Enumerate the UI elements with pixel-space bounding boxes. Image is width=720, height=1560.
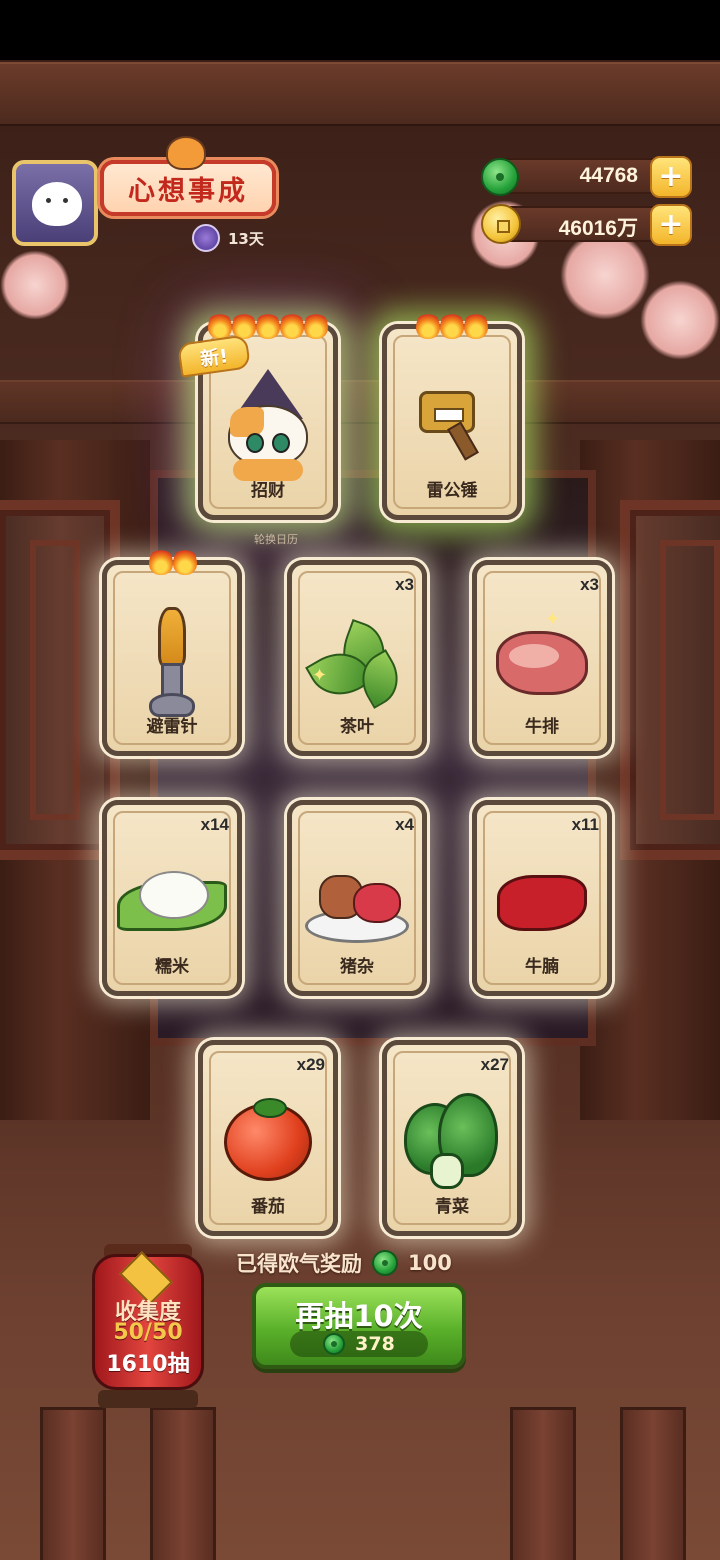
card-leigongchui[interactable]: 雷公锤: [382, 311, 522, 520]
tiger-icon: [166, 136, 206, 170]
title-banner-text: 心想事成: [128, 175, 248, 207]
card-bileizhen[interactable]: 避雷针: [102, 547, 242, 756]
days-label: 13天: [228, 229, 264, 248]
gacha-result-screen: 心想事成 13天 44768 + 46016万 + 新! 招财 雷公锤 轮换日历…: [0, 0, 720, 1560]
card-zhaocai[interactable]: 新! 招财: [176, 311, 338, 520]
jade-icon: [323, 1333, 346, 1355]
flame-rating: [149, 547, 237, 575]
card-name: 番茄: [251, 1197, 285, 1217]
roof-beam: [0, 62, 720, 126]
flame-icon: [440, 311, 464, 339]
coin-currency: 46016万 +: [481, 204, 692, 246]
card-name: 招财: [251, 481, 285, 501]
jade-currency: 44768 +: [481, 156, 692, 198]
flame-icon: [208, 311, 232, 339]
draw-cost-value: 378: [355, 1333, 395, 1355]
flame-icon: [280, 311, 304, 339]
card-zhuza[interactable]: x4 猪杂: [287, 800, 427, 996]
card-name: 牛排: [525, 717, 559, 737]
blossom-decor: [560, 230, 650, 320]
blossom-decor: [0, 250, 70, 320]
card-name: 雷公锤: [426, 481, 478, 501]
card-name: 避雷针: [146, 717, 198, 737]
steak-icon: [496, 631, 588, 695]
card-chaye[interactable]: x3 ✦ 茶叶: [287, 560, 427, 756]
card-name: 猪杂: [340, 957, 374, 977]
card-count: x27: [480, 1055, 509, 1074]
collection-lantern[interactable]: 收集度 50/50 1610抽: [88, 1244, 208, 1408]
fence-post: [40, 1407, 106, 1560]
tomato-icon: [224, 1098, 312, 1181]
plus-icon: +: [658, 159, 684, 194]
draw-cost: 378: [290, 1331, 428, 1357]
jade-icon: [372, 1250, 398, 1276]
avatar[interactable]: [12, 160, 98, 246]
lightning-rod-icon: [149, 607, 195, 719]
flame-icon: [232, 311, 256, 339]
draw-again-label: 再抽10次: [295, 1299, 423, 1333]
bok-choy-icon: [404, 1093, 500, 1193]
coin-amount: 46016万: [558, 217, 638, 240]
sparkle-icon: ✦: [312, 665, 328, 686]
calico-cat-icon: [223, 369, 313, 467]
fence-post: [620, 1407, 686, 1560]
sparkle-icon: ✦: [545, 609, 561, 630]
card-niunan[interactable]: x11 牛腩: [472, 800, 612, 996]
card-count: x3: [395, 575, 414, 594]
reward-value: 100: [408, 1251, 452, 1275]
card-name: 糯米: [155, 957, 189, 977]
card-name: 青菜: [435, 1197, 469, 1217]
add-coins-button[interactable]: +: [650, 204, 692, 246]
days-counter[interactable]: 13天: [192, 224, 264, 252]
reward-line: 已得欧气奖励 100: [236, 1248, 452, 1278]
thunder-hammer-icon: [419, 391, 485, 461]
character-badge-icon: [192, 224, 220, 252]
flame-rating: [387, 311, 517, 339]
card-count: x3: [580, 575, 599, 594]
add-jade-button[interactable]: +: [650, 156, 692, 198]
collection-progress: 50/50: [113, 1320, 183, 1345]
flame-rating: [203, 311, 333, 339]
card-niupai[interactable]: x3 ✦ 牛排: [472, 560, 612, 756]
flame-icon: [464, 311, 488, 339]
card-count: x29: [296, 1055, 325, 1074]
cross-beam: [0, 380, 720, 424]
cat-avatar-icon: [32, 182, 82, 226]
draw-again-button[interactable]: 再抽10次 378: [252, 1283, 466, 1369]
collection-draws: 1610抽: [106, 1352, 190, 1377]
reward-label: 已得欧气奖励: [236, 1252, 362, 1276]
right-window: [620, 500, 720, 860]
card-count: x4: [395, 815, 414, 834]
blossom-decor: [640, 280, 720, 360]
card-fanqie[interactable]: x29 番茄: [198, 1040, 338, 1236]
card-nuomi[interactable]: x14 糯米: [102, 800, 242, 996]
pork-offal-icon: [305, 869, 409, 945]
flame-icon: [256, 311, 280, 339]
jade-amount: 44768: [579, 164, 638, 187]
beef-brisket-icon: [497, 875, 587, 931]
card-count: x14: [200, 815, 229, 834]
coin-icon: [481, 204, 521, 244]
flame-icon: [416, 311, 440, 339]
card-qingcai[interactable]: x27 青菜: [382, 1040, 522, 1236]
rotate-hint: 轮换日历: [254, 533, 298, 546]
glutinous-rice-icon: [117, 871, 227, 935]
fence-post: [150, 1407, 216, 1560]
jade-icon: [481, 158, 519, 196]
flame-icon: [173, 547, 197, 575]
flame-icon: [304, 311, 328, 339]
card-name: 牛腩: [525, 957, 559, 977]
fence-post: [510, 1407, 576, 1560]
flame-icon: [149, 547, 173, 575]
card-name: 茶叶: [340, 717, 374, 737]
card-count: x11: [571, 815, 599, 834]
plus-icon: +: [658, 207, 684, 242]
